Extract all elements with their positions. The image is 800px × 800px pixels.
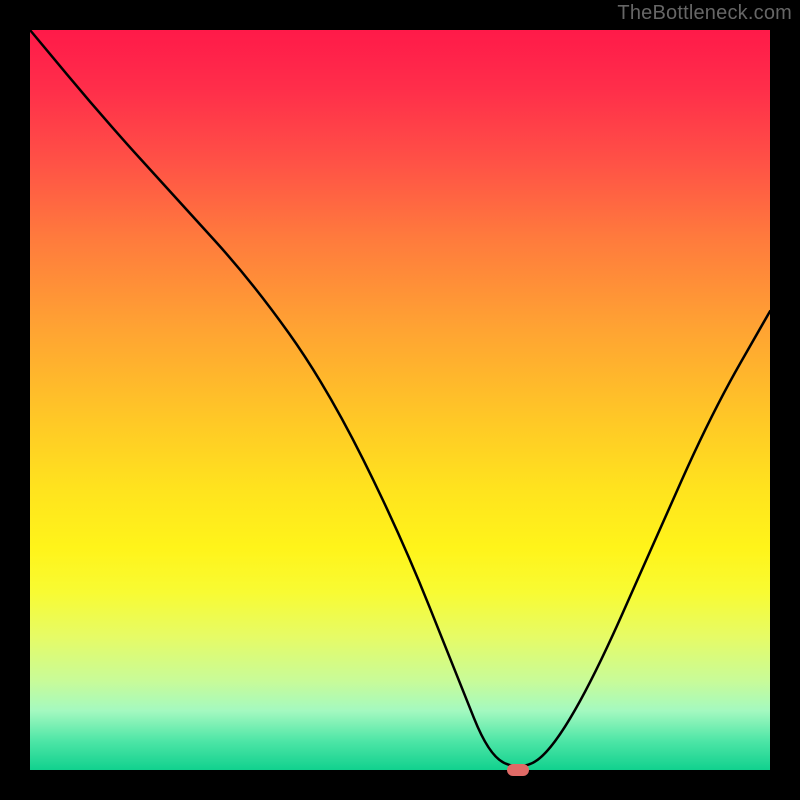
plot-area — [30, 30, 770, 770]
optimal-marker — [507, 764, 529, 776]
watermark-text: TheBottleneck.com — [617, 2, 792, 25]
bottleneck-curve — [30, 30, 770, 766]
chart-stage: TheBottleneck.com — [0, 0, 800, 800]
line-layer — [30, 30, 770, 770]
